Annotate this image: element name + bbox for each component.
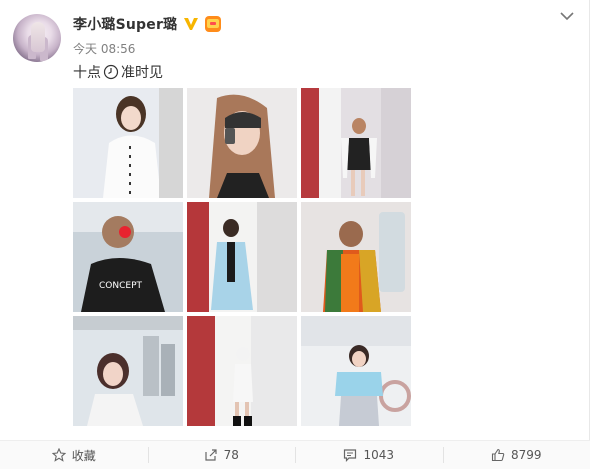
repost-count: 78 <box>224 448 239 462</box>
chevron-down-icon[interactable] <box>560 11 574 21</box>
comment-icon <box>343 448 357 462</box>
photo-6[interactable] <box>301 202 411 312</box>
post-text-before: 十点 <box>73 62 101 82</box>
favorite-label: 收藏 <box>72 447 96 464</box>
photo-7[interactable] <box>73 316 183 426</box>
photo-5[interactable] <box>187 202 297 312</box>
comment-count: 1043 <box>363 448 394 462</box>
photo-grid: CONCEPT <box>73 88 411 427</box>
post-text: 十点 准时见 <box>73 62 163 82</box>
star-icon <box>52 448 66 462</box>
comment-button[interactable]: 1043 <box>295 441 443 469</box>
svg-text:CONCEPT: CONCEPT <box>99 281 142 291</box>
photo-1[interactable] <box>73 88 183 198</box>
clock-emoji-icon <box>103 64 119 80</box>
post-text-after: 准时见 <box>121 62 163 82</box>
author-row: 李小璐Super璐 <box>73 14 221 34</box>
verified-v-icon <box>183 16 199 32</box>
like-count: 8799 <box>511 448 542 462</box>
weibo-post-card: 李小璐Super璐 今天 08:56 十点 准时见 CONCEPT <box>0 0 590 468</box>
favorite-button[interactable]: 收藏 <box>0 441 148 469</box>
photo-4[interactable]: CONCEPT <box>73 202 183 312</box>
action-bar: 收藏 78 1043 8799 <box>0 440 590 469</box>
repost-button[interactable]: 78 <box>148 441 296 469</box>
post-time[interactable]: 今天 08:56 <box>73 40 135 57</box>
photo-3[interactable] <box>301 88 411 198</box>
author-name[interactable]: 李小璐Super璐 <box>73 14 177 34</box>
photo-8[interactable] <box>187 316 297 426</box>
avatar[interactable] <box>13 14 61 62</box>
thumbs-up-icon <box>491 448 505 462</box>
rank-badge-icon[interactable] <box>205 16 221 32</box>
like-button[interactable]: 8799 <box>443 441 590 469</box>
photo-9[interactable] <box>301 316 411 426</box>
repost-icon <box>204 448 218 462</box>
photo-2[interactable] <box>187 88 297 198</box>
